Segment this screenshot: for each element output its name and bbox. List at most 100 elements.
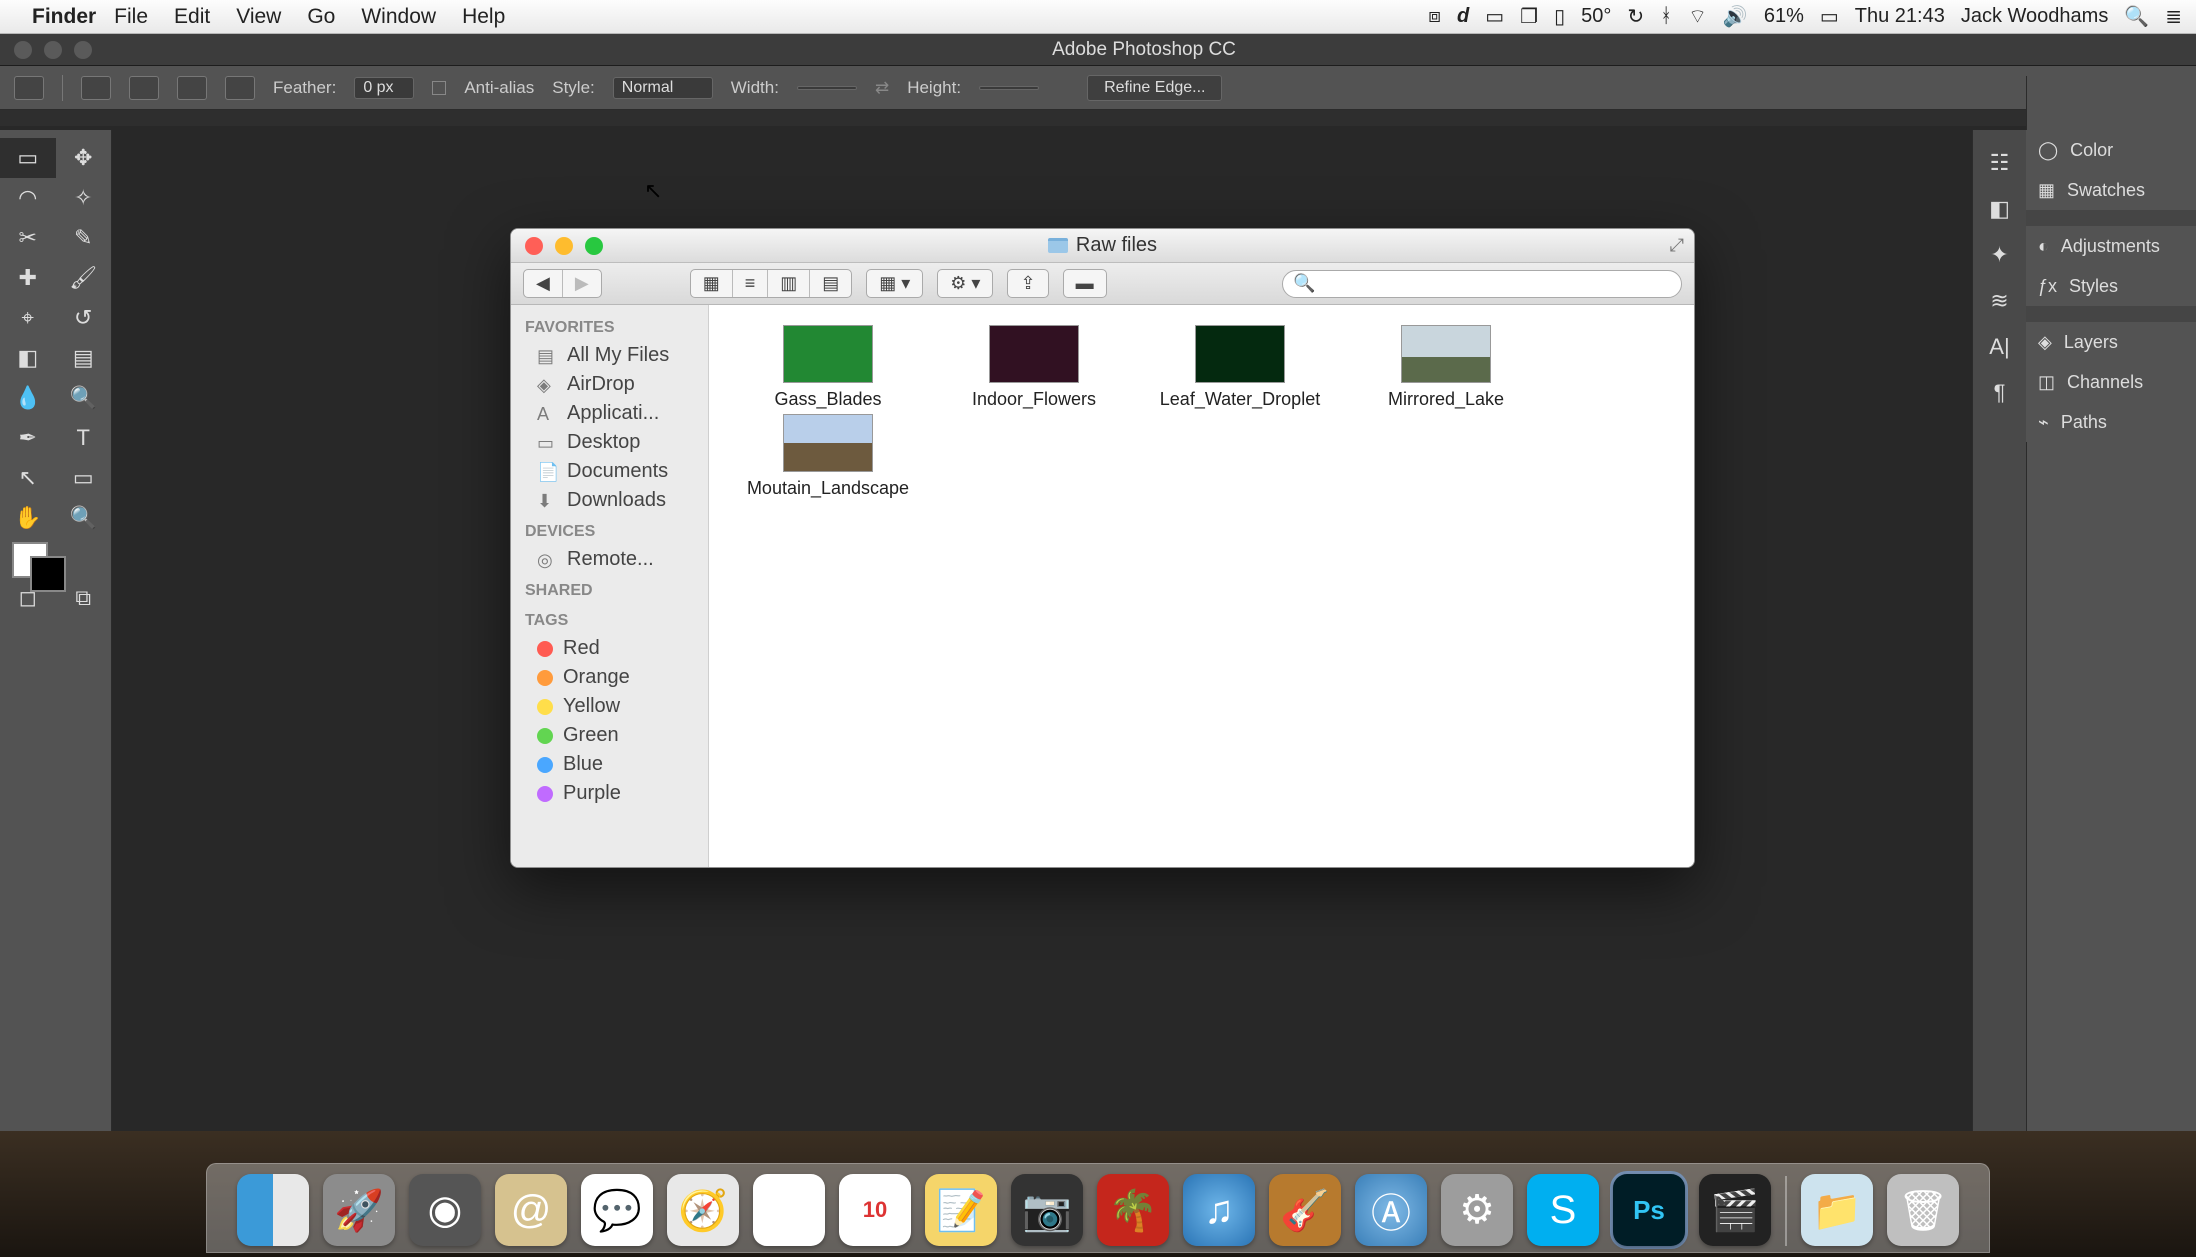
dock-sysprefs-icon[interactable]: ⚙: [1441, 1174, 1513, 1246]
dock-calendar-icon[interactable]: 10: [839, 1174, 911, 1246]
menubar-battery-pct[interactable]: 61%: [1764, 5, 1804, 28]
selection-add-icon[interactable]: [129, 76, 159, 100]
width-input[interactable]: [797, 86, 857, 90]
lasso-tool[interactable]: ◠: [0, 178, 56, 218]
menubar-volume-icon[interactable]: 🔊: [1723, 4, 1748, 29]
menu-go[interactable]: Go: [307, 5, 335, 29]
finder-icon-view[interactable]: Gass_Blades Indoor_Flowers Leaf_Water_Dr…: [709, 305, 1694, 867]
panel-styles[interactable]: ƒxStyles: [2026, 266, 2196, 306]
hand-tool[interactable]: ✋: [0, 498, 56, 538]
brush-panel-icon[interactable]: ✦: [1990, 242, 2008, 268]
dock-notes-icon[interactable]: 📝: [925, 1174, 997, 1246]
path-tool[interactable]: ↖: [0, 458, 56, 498]
style-select[interactable]: Normal: [613, 77, 713, 99]
sidebar-all-my-files[interactable]: ▤All My Files: [511, 341, 708, 370]
view-icons-button[interactable]: ▦: [691, 270, 733, 297]
menubar-activity-icon[interactable]: ❐: [1520, 4, 1538, 29]
marquee-tool-indicator[interactable]: [14, 76, 44, 100]
menubar-datetime[interactable]: Thu 21:43: [1855, 5, 1945, 28]
action-button[interactable]: ⚙ ▾: [937, 269, 993, 298]
color-swatches[interactable]: [0, 538, 111, 598]
menu-edit[interactable]: Edit: [174, 5, 210, 29]
background-color[interactable]: [30, 556, 66, 592]
menubar-user[interactable]: Jack Woodhams: [1961, 5, 2108, 28]
properties-panel-icon[interactable]: ◧: [1989, 196, 2010, 222]
antialias-checkbox[interactable]: [432, 81, 446, 95]
crop-tool[interactable]: ✂: [0, 218, 56, 258]
sidebar-downloads[interactable]: ⬇Downloads: [511, 486, 708, 515]
magic-wand-tool[interactable]: ✧: [56, 178, 112, 218]
finder-titlebar[interactable]: Raw files ⤢: [511, 229, 1694, 263]
eyedropper-tool[interactable]: ✎: [56, 218, 112, 258]
dodge-tool[interactable]: 🔍: [56, 378, 112, 418]
zoom-tool[interactable]: 🔍: [56, 498, 112, 538]
brush-tool[interactable]: 🖌: [56, 258, 112, 298]
menubar-airplay-icon[interactable]: ▭: [1485, 4, 1504, 29]
height-input[interactable]: [979, 86, 1039, 90]
eraser-tool[interactable]: ◧: [0, 338, 56, 378]
finder-fullscreen-button[interactable]: ⤢: [1670, 235, 1684, 256]
dock-appstore-icon[interactable]: Ⓐ: [1355, 1174, 1427, 1246]
dock-chrome-icon[interactable]: ◉: [753, 1174, 825, 1246]
panel-paths[interactable]: ⌁Paths: [2026, 402, 2196, 442]
selection-new-icon[interactable]: [81, 76, 111, 100]
gradient-tool[interactable]: ▤: [56, 338, 112, 378]
menubar-wifi-icon[interactable]: ⌔: [1688, 4, 1707, 29]
dock-messages-icon[interactable]: 💬: [581, 1174, 653, 1246]
rectangle-tool[interactable]: ▭: [56, 458, 112, 498]
history-brush-tool[interactable]: ↺: [56, 298, 112, 338]
menu-view[interactable]: View: [236, 5, 281, 29]
view-coverflow-button[interactable]: ▤: [810, 270, 851, 297]
pen-tool[interactable]: ✒: [0, 418, 56, 458]
sidebar-tag-green[interactable]: Green: [511, 721, 708, 750]
dock-photobooth-icon[interactable]: 📷: [1011, 1174, 1083, 1246]
finder-search[interactable]: 🔍: [1282, 270, 1682, 298]
tags-button[interactable]: ▬: [1063, 269, 1107, 298]
sidebar-documents[interactable]: 📄Documents: [511, 457, 708, 486]
menubar-temp[interactable]: 50°: [1581, 5, 1611, 28]
dock-dashboard-icon[interactable]: ◉: [409, 1174, 481, 1246]
ps-minimize-button[interactable]: [44, 41, 62, 59]
menubar-extra-d-icon[interactable]: d: [1457, 5, 1469, 28]
view-columns-button[interactable]: ▥: [768, 270, 810, 297]
dock-imovie-icon[interactable]: 🎬: [1699, 1174, 1771, 1246]
sidebar-tag-purple[interactable]: Purple: [511, 779, 708, 808]
sidebar-airdrop[interactable]: ◈AirDrop: [511, 370, 708, 399]
sidebar-desktop[interactable]: ▭Desktop: [511, 428, 708, 457]
refine-edge-button[interactable]: Refine Edge...: [1087, 75, 1222, 101]
healing-tool[interactable]: ✚: [0, 258, 56, 298]
dock-trash-icon[interactable]: 🗑: [1887, 1174, 1959, 1246]
char-panel-icon[interactable]: A|: [1989, 334, 2009, 360]
menubar-bluetooth-icon[interactable]: ᚼ: [1660, 5, 1672, 28]
ps-zoom-button[interactable]: [74, 41, 92, 59]
para-panel-icon[interactable]: ¶: [1994, 380, 2006, 406]
file-item[interactable]: Mirrored_Lake: [1343, 325, 1549, 410]
menubar-timemachine-icon[interactable]: ↻: [1627, 4, 1644, 29]
menu-file[interactable]: File: [114, 5, 148, 29]
sidebar-tag-red[interactable]: Red: [511, 634, 708, 663]
menubar-battery-small-icon[interactable]: ▯: [1554, 4, 1565, 29]
share-button[interactable]: ⇪: [1007, 269, 1048, 298]
clone-panel-icon[interactable]: ≋: [1990, 288, 2008, 314]
menubar-app-name[interactable]: Finder: [32, 5, 96, 29]
finder-search-input[interactable]: [1321, 274, 1671, 294]
file-item[interactable]: Moutain_Landscape: [725, 414, 931, 499]
type-tool[interactable]: T: [56, 418, 112, 458]
menubar-extra-video-icon[interactable]: ⧈: [1428, 5, 1441, 28]
marquee-tool[interactable]: ▭: [0, 138, 56, 178]
finder-forward-button[interactable]: ▶: [563, 270, 601, 297]
panel-adjustments[interactable]: ◐Adjustments: [2026, 226, 2196, 266]
sidebar-tag-blue[interactable]: Blue: [511, 750, 708, 779]
panel-channels[interactable]: ◫Channels: [2026, 362, 2196, 402]
move-tool[interactable]: ✥: [56, 138, 112, 178]
panel-swatches[interactable]: ▦Swatches: [2026, 170, 2196, 210]
dock-iphoto-icon[interactable]: 🌴: [1097, 1174, 1169, 1246]
menu-help[interactable]: Help: [462, 5, 505, 29]
selection-subtract-icon[interactable]: [177, 76, 207, 100]
menubar-notification-icon[interactable]: ≣: [2165, 4, 2182, 29]
history-panel-icon[interactable]: ☷: [1990, 150, 2010, 176]
dock-skype-icon[interactable]: S: [1527, 1174, 1599, 1246]
panel-color[interactable]: ◯Color: [2026, 130, 2196, 170]
clone-tool[interactable]: ⌖: [0, 298, 56, 338]
selection-intersect-icon[interactable]: [225, 76, 255, 100]
